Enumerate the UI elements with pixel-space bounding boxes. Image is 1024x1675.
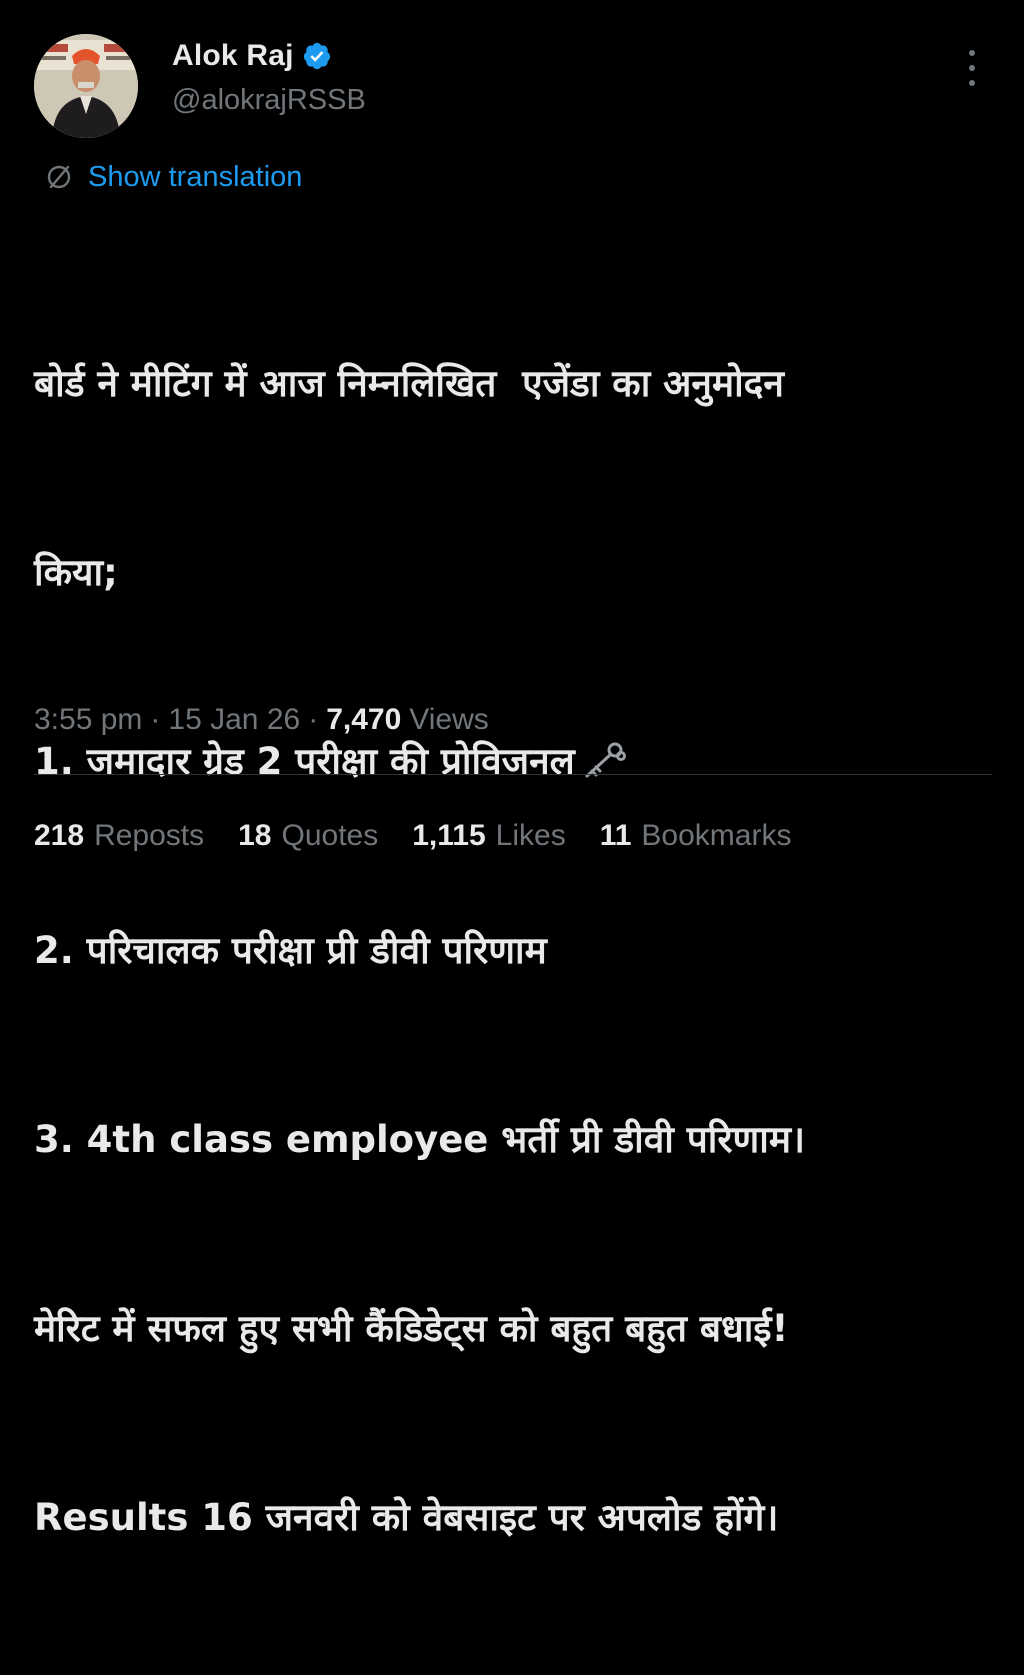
tweet-line: किया; [34, 551, 118, 594]
show-translation-link[interactable]: Show translation [88, 161, 302, 194]
tweet-line: 2. परिचालक परीक्षा प्री डीवी परिणाम [34, 929, 547, 972]
likes-stat[interactable]: 1,115 Likes [412, 819, 565, 853]
tweet-line: 3. 4th class employee भर्ती प्री डीवी पर… [34, 1118, 805, 1161]
tweet-line: 1. जमादार ग्रेड 2 परीक्षा की प्रोविजनल [34, 740, 575, 783]
more-options-icon[interactable] [958, 48, 986, 88]
avatar[interactable] [34, 34, 138, 138]
bookmarks-label: Bookmarks [641, 819, 792, 852]
tweet-meta: 3:55 pm · 15 Jan 26 · 7,470 Views [34, 700, 489, 740]
likes-count: 1,115 [412, 819, 486, 852]
separator: · [150, 703, 161, 736]
tweet-line: Results 16 जनवरी को वेबसाइट पर अपलोड हों… [34, 1496, 779, 1539]
author-handle[interactable]: @alokrajRSSB [172, 84, 366, 117]
dot [969, 80, 975, 86]
author-block: Alok Raj @alokrajRSSB [172, 38, 366, 117]
bookmarks-count: 11 [599, 819, 632, 852]
display-name-row: Alok Raj [172, 38, 366, 74]
quotes-count: 18 [238, 819, 272, 852]
quotes-label: Quotes [281, 819, 379, 852]
profile-photo-icon [34, 34, 138, 138]
tweet-time[interactable]: 3:55 pm [34, 703, 142, 737]
bookmarks-stat[interactable]: 11 Bookmarks [600, 819, 792, 853]
likes-label: Likes [495, 819, 566, 852]
display-name[interactable]: Alok Raj [172, 39, 294, 73]
separator: · [308, 703, 319, 736]
dot [969, 50, 975, 56]
reposts-stat[interactable]: 218 Reposts [34, 819, 204, 853]
reposts-label: Reposts [94, 819, 205, 852]
views-label[interactable]: Views [409, 703, 488, 737]
dot [969, 65, 975, 71]
tweet-line: बोर्ड ने मीटिंग में आज निम्नलिखित एजेंडा… [34, 362, 784, 405]
quotes-stat[interactable]: 18 Quotes [238, 819, 378, 853]
tweet-card: Alok Raj @alokrajRSSB Show translation ब… [0, 0, 1024, 1539]
show-translation-button[interactable]: Show translation [44, 158, 302, 196]
tweet-date[interactable]: 15 Jan 26 [168, 703, 300, 737]
reposts-count: 218 [34, 819, 85, 852]
engagement-stats: 218 Reposts 18 Quotes 1,115 Likes 11 Boo… [34, 814, 825, 858]
verified-badge-icon[interactable] [302, 41, 332, 71]
globe-slash-icon [47, 165, 71, 189]
tweet-line: मेरिट में सफल हुए सभी कैंडिडेट्स को बहुत… [34, 1307, 789, 1350]
divider [34, 774, 992, 775]
tweet-text: बोर्ड ने मीटिंग में आज निम्नलिखित एजेंडा… [34, 226, 994, 1675]
views-count[interactable]: 7,470 [326, 703, 401, 737]
